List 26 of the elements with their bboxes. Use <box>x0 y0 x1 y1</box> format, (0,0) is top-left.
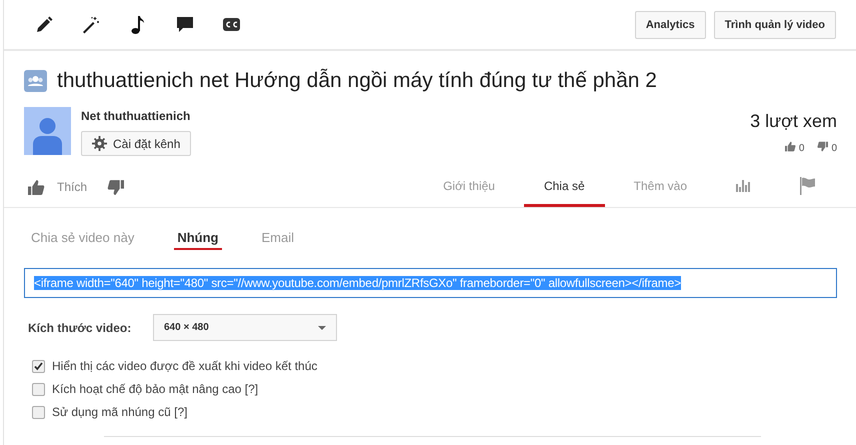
magic-wand-icon[interactable] <box>81 14 100 34</box>
toolbar-button[interactable]: Trình quản lý video <box>714 10 836 38</box>
channel-settings-button[interactable]: Cài đặt kênh <box>81 131 192 156</box>
checkbox[interactable] <box>32 406 45 418</box>
playlist-icon <box>24 70 47 92</box>
pencil-icon[interactable] <box>34 14 53 34</box>
like-count: 0 <box>798 142 804 154</box>
option-label: Sử dụng mã nhúng cũ [?] <box>52 405 188 419</box>
thumbs-up-icon <box>28 178 45 196</box>
checkbox[interactable] <box>32 360 45 372</box>
option-label: Kích hoạt chế độ bảo mật nâng cao [?] <box>52 382 258 396</box>
dislike-count: 0 <box>831 142 837 154</box>
like-button[interactable]: Thích <box>28 167 88 207</box>
tab[interactable]: Chia sẻ <box>524 167 605 207</box>
size-dropdown[interactable]: 640 × 480 <box>153 314 337 341</box>
comment-icon[interactable] <box>175 14 194 34</box>
option-label: Hiển thị các video được đề xuất khi video kết thúc <box>52 359 318 373</box>
size-label: Kích thước video: <box>28 320 132 334</box>
video-title: thuthuattienich net Hướng dẫn ngồi máy tính đúng tư thế phần 2 <box>57 69 657 93</box>
gear-icon <box>92 136 107 151</box>
tab[interactable]: Nhúng <box>174 230 222 250</box>
toolbar-button[interactable]: Analytics <box>634 10 706 38</box>
channel-name[interactable]: Net thuthuattienich <box>81 109 750 123</box>
view-count: 3 lượt xem <box>750 111 837 132</box>
thumbs-down-icon <box>107 178 124 196</box>
checkbox[interactable] <box>32 382 45 396</box>
